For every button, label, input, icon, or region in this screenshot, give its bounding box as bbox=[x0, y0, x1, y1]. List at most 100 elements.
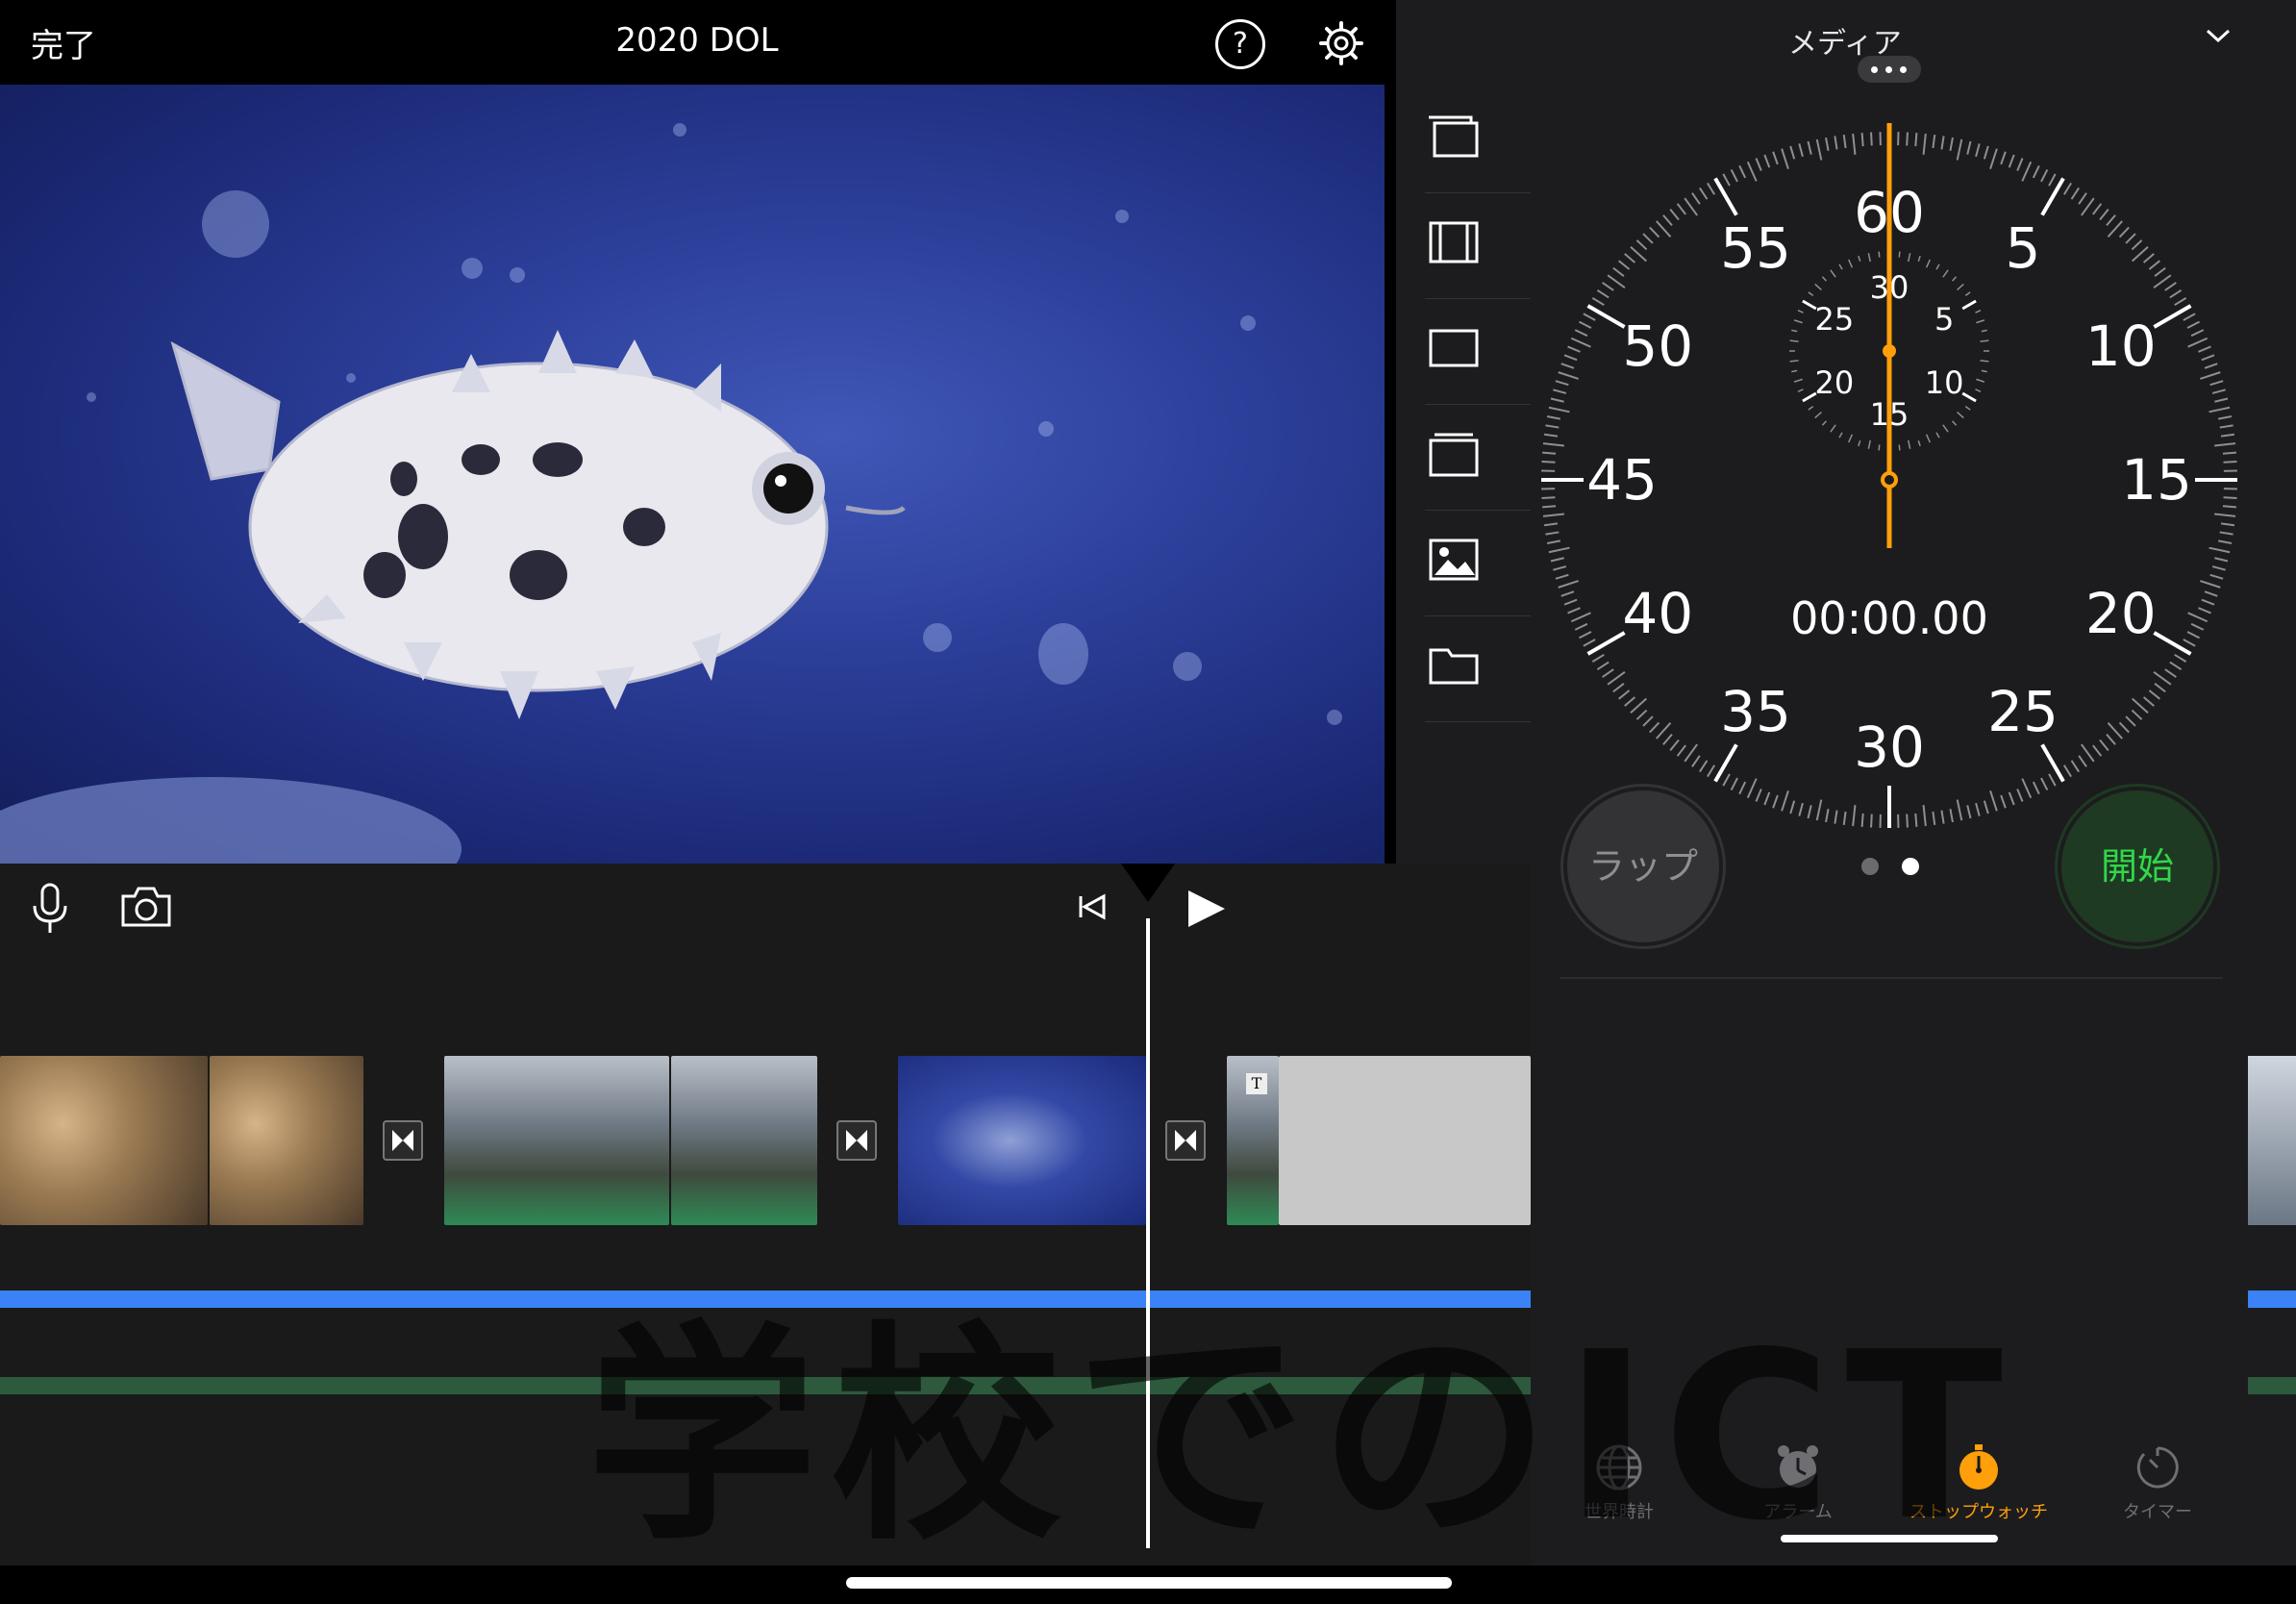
dial-tick bbox=[1542, 442, 1564, 447]
start-button[interactable]: 開始 bbox=[2058, 787, 2217, 946]
dial-tick bbox=[1842, 134, 1847, 149]
dial-tick bbox=[2062, 764, 2072, 778]
dial-tick bbox=[1949, 137, 1954, 152]
dial-tick bbox=[2214, 557, 2229, 563]
media-row-files[interactable] bbox=[1425, 635, 1531, 722]
settings-gear-icon[interactable] bbox=[1319, 21, 1363, 65]
subdial-tick bbox=[1957, 412, 1964, 419]
subdial-tick bbox=[1961, 299, 1977, 311]
page-indicator-dot[interactable] bbox=[1861, 858, 1879, 875]
dial-tick bbox=[1662, 733, 1673, 745]
dial-tick bbox=[2214, 442, 2236, 447]
lap-button[interactable]: ラップ bbox=[1563, 787, 1723, 946]
dial-tick bbox=[1612, 266, 1625, 277]
timeline-clip-room-1[interactable] bbox=[444, 1056, 669, 1225]
dial-tick bbox=[1570, 612, 1591, 623]
timeline-clip-food-1[interactable] bbox=[0, 1056, 208, 1225]
dial-tick bbox=[1707, 182, 1716, 195]
dial-tick bbox=[2211, 388, 2226, 394]
dial-tick bbox=[1730, 777, 1738, 790]
subdial-tick bbox=[1976, 319, 1985, 324]
dial-tick bbox=[2081, 743, 2095, 763]
timeline-clip-edge[interactable] bbox=[2248, 1056, 2296, 1225]
dial-tick bbox=[1555, 380, 1569, 387]
album-stack-icon bbox=[1429, 433, 1479, 477]
subdial-tick bbox=[1917, 255, 1921, 263]
tab-timer[interactable]: タイマー bbox=[2081, 1442, 2234, 1523]
dial-tick bbox=[1676, 744, 1686, 757]
done-button[interactable]: 完了 bbox=[31, 19, 96, 66]
skip-to-start-icon[interactable] bbox=[1075, 892, 1110, 921]
timeline-clip-fish[interactable] bbox=[898, 1056, 1146, 1225]
dial-tick bbox=[2099, 739, 2109, 751]
playhead-pointer bbox=[1121, 864, 1175, 902]
timeline-clip-title-thumb[interactable]: T bbox=[1227, 1056, 1279, 1225]
chevron-down-icon[interactable] bbox=[2204, 21, 2233, 50]
subdial-tick bbox=[1791, 329, 1798, 333]
page-indicator-dot-active[interactable] bbox=[1902, 858, 1919, 875]
dial-tick bbox=[2148, 260, 2160, 270]
dial-tick bbox=[2164, 282, 2177, 291]
dial-tick bbox=[1699, 760, 1709, 773]
timeline-clip-title[interactable] bbox=[1279, 1056, 1531, 1225]
home-indicator[interactable] bbox=[846, 1577, 1452, 1589]
dial-tick bbox=[1543, 522, 1559, 527]
subdial-tick bbox=[1957, 283, 1964, 290]
media-row-frame[interactable] bbox=[1425, 317, 1531, 405]
media-row-video[interactable] bbox=[1425, 212, 1531, 299]
media-row-projects[interactable] bbox=[1425, 106, 1531, 193]
dial-tick bbox=[2222, 505, 2236, 509]
dial-tick bbox=[1548, 406, 1570, 414]
dial-label: 55 bbox=[1720, 215, 1791, 281]
transition-button[interactable] bbox=[836, 1120, 877, 1161]
frame-icon bbox=[1429, 329, 1479, 367]
dial-tick bbox=[1722, 173, 1731, 187]
dial-tick bbox=[1635, 239, 1648, 251]
dial-tick bbox=[2183, 639, 2196, 647]
dial-tick bbox=[2198, 607, 2211, 614]
video-preview[interactable] bbox=[0, 85, 1385, 864]
play-icon[interactable] bbox=[1185, 887, 1227, 931]
dial-tick bbox=[1542, 505, 1557, 509]
dial-tick bbox=[2107, 220, 2123, 238]
subdial-tick bbox=[1980, 360, 1989, 363]
dial-tick bbox=[2092, 744, 2103, 757]
subdial-tick bbox=[1942, 269, 1949, 278]
slideover-grabber[interactable] bbox=[1858, 56, 1921, 83]
camera-icon[interactable] bbox=[119, 885, 173, 929]
hand-pivot bbox=[1881, 471, 1898, 489]
transition-button[interactable] bbox=[1165, 1120, 1206, 1161]
transition-button[interactable] bbox=[383, 1120, 423, 1161]
dial-tick bbox=[2142, 696, 2155, 707]
dial-tick bbox=[1684, 743, 1698, 763]
dial-tick bbox=[2201, 354, 2215, 362]
dial-tick bbox=[1567, 607, 1581, 614]
dial-tick bbox=[1542, 513, 1564, 517]
dial-tick bbox=[2220, 433, 2235, 438]
dial-tick bbox=[1755, 789, 1762, 802]
subdial-label: 5 bbox=[1934, 301, 1954, 338]
subdial-tick bbox=[1975, 388, 1982, 392]
subdial-tick bbox=[1830, 424, 1836, 433]
dial-tick bbox=[1870, 814, 1873, 828]
media-row-albums[interactable] bbox=[1425, 423, 1531, 511]
dial-label: 10 bbox=[2085, 313, 2157, 379]
dial-tick bbox=[1612, 683, 1625, 693]
transition-icon bbox=[846, 1130, 867, 1151]
subdial-tick bbox=[1793, 378, 1803, 383]
dial-label: 5 bbox=[2006, 215, 2041, 281]
timeline-clip-room-2[interactable] bbox=[671, 1056, 817, 1225]
dial-tick bbox=[1722, 773, 1731, 787]
dial-label: 45 bbox=[1586, 447, 1658, 513]
subdial-tick bbox=[1908, 439, 1911, 449]
dial-tick bbox=[2008, 154, 2015, 168]
timeline-clip-food-2[interactable] bbox=[210, 1056, 363, 1225]
media-row-photos[interactable] bbox=[1425, 529, 1531, 616]
dial-tick bbox=[2040, 169, 2049, 183]
dial-tick bbox=[1649, 226, 1660, 238]
help-button[interactable]: ? bbox=[1215, 19, 1265, 69]
dial-tick bbox=[1560, 363, 1575, 369]
subdial-label: 10 bbox=[1925, 364, 1964, 401]
microphone-icon[interactable] bbox=[29, 883, 71, 935]
dial-tick bbox=[1669, 739, 1680, 751]
